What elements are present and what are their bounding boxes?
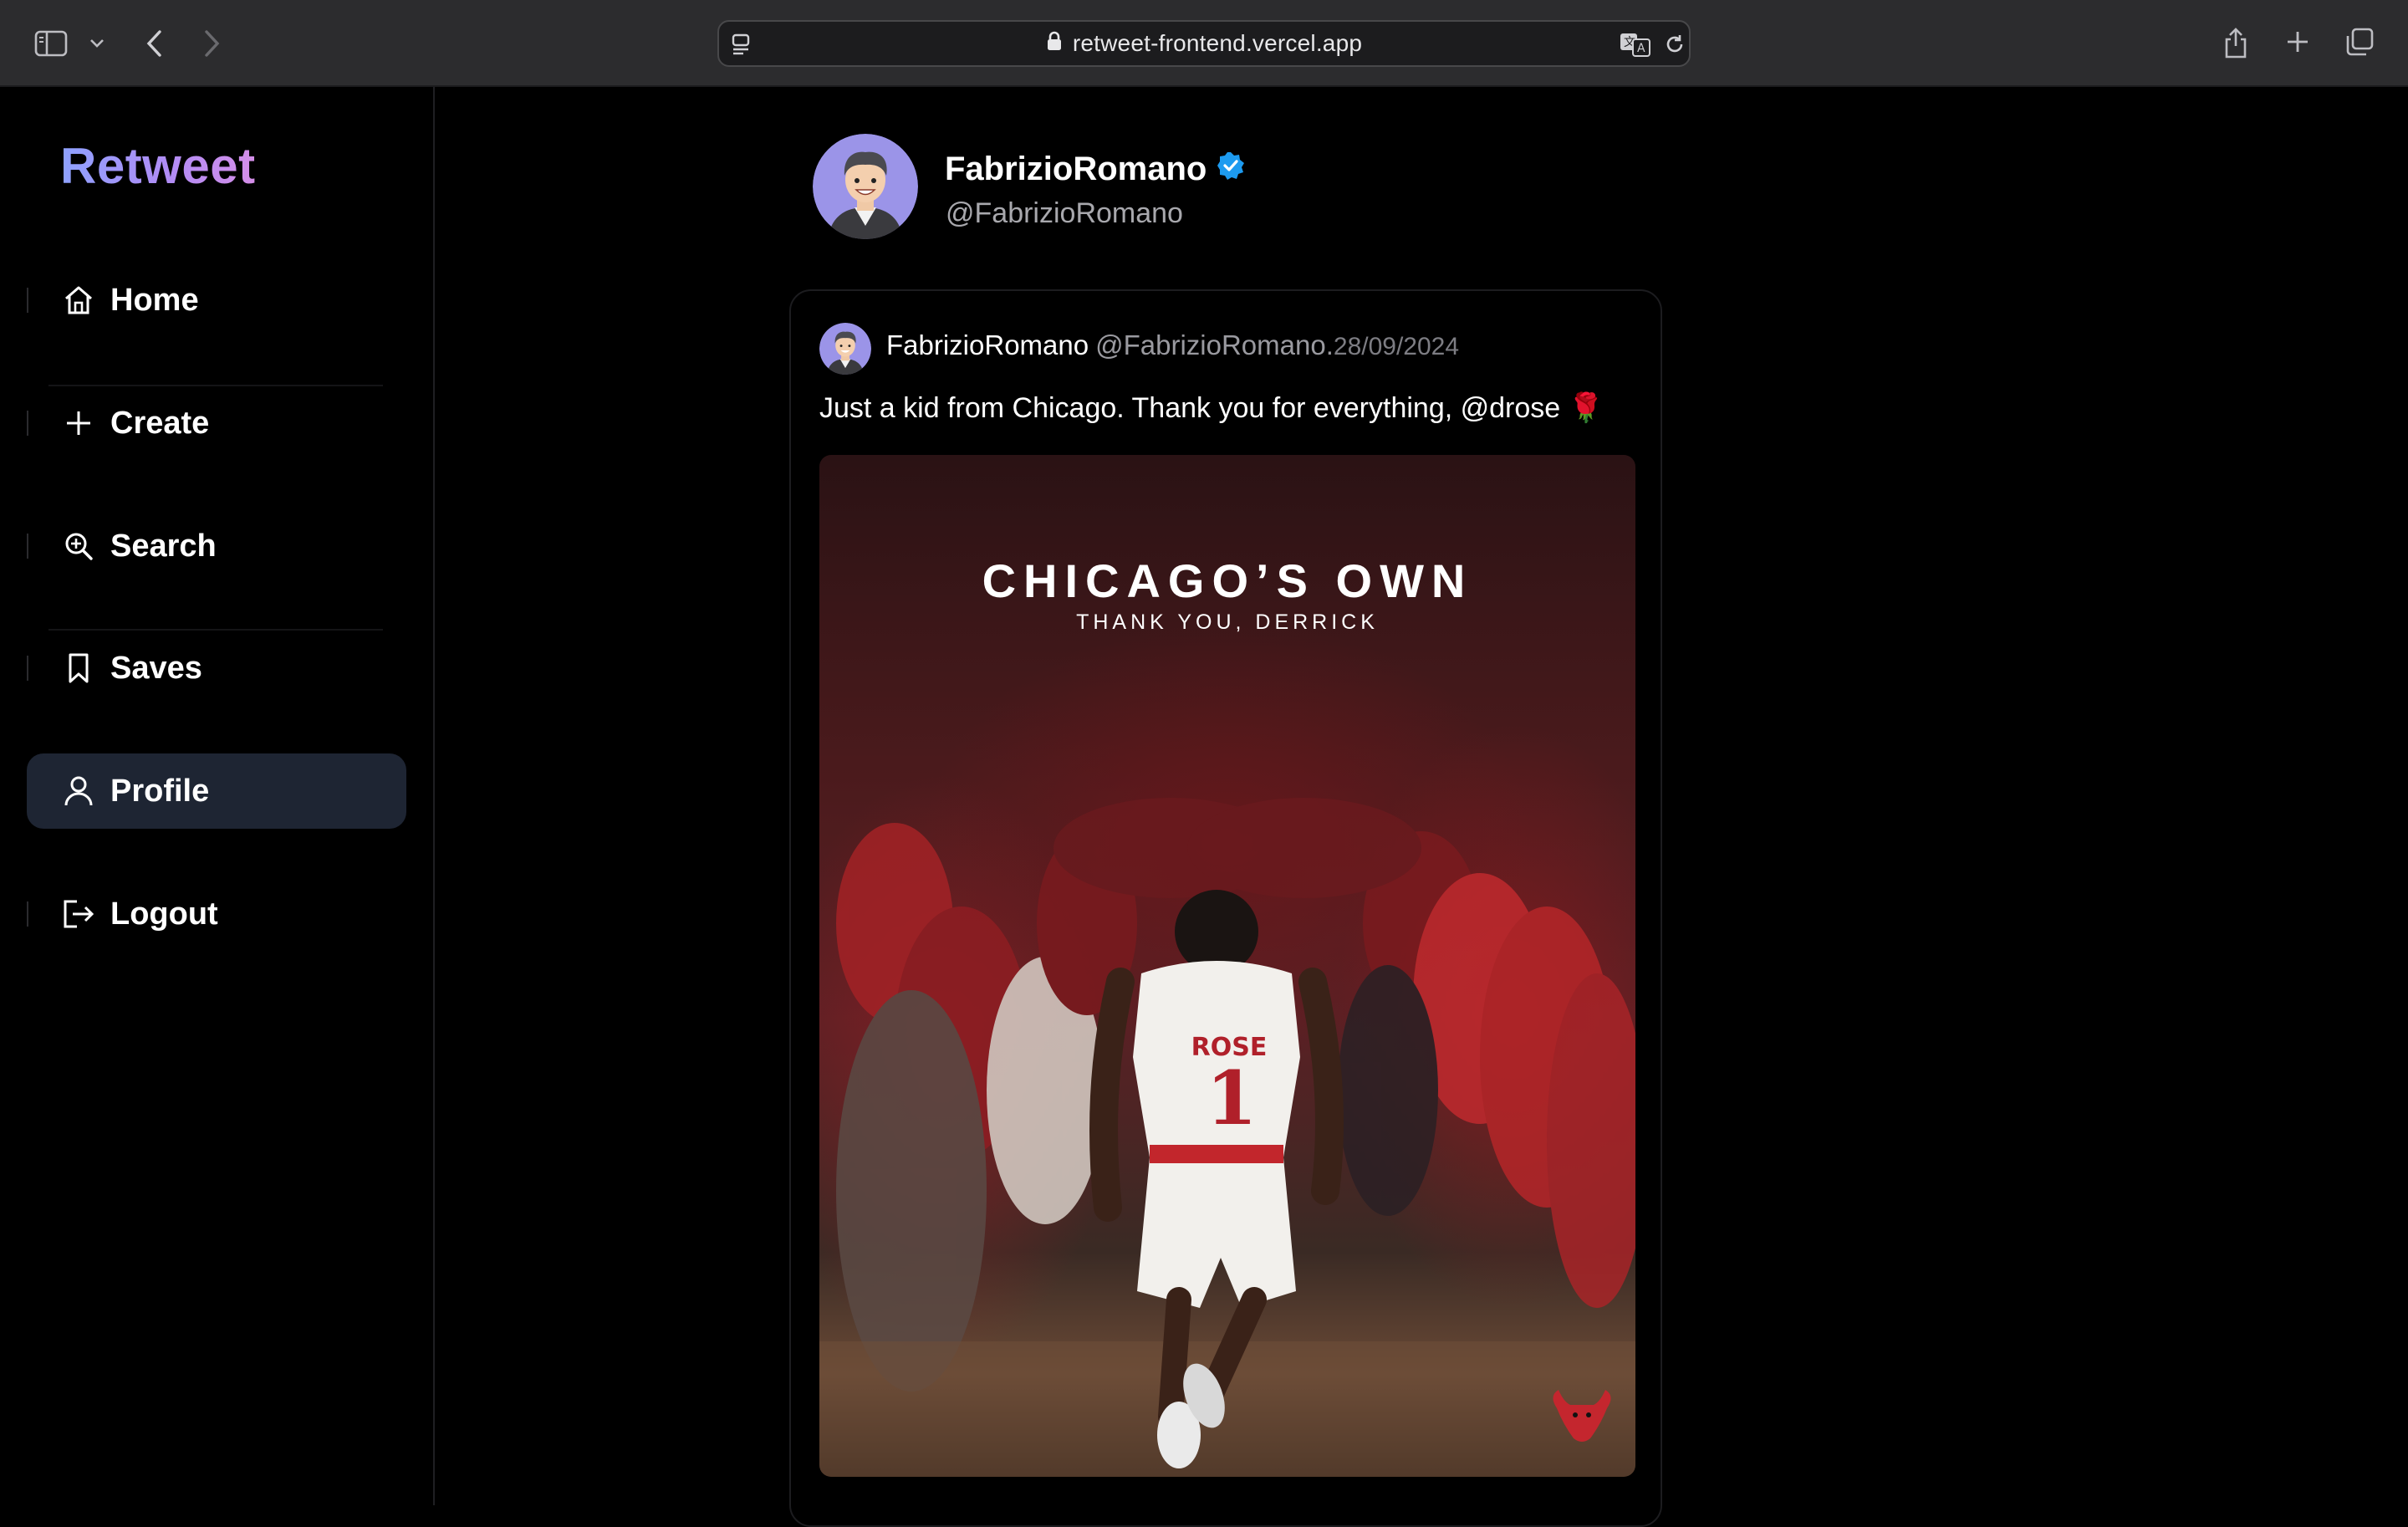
post-image-subtitle: THANK YOU, DERRICK: [1076, 610, 1379, 634]
nav-create[interactable]: Create: [27, 386, 406, 461]
profile-header: FabrizioRomano @FabrizioRomano: [811, 134, 1647, 243]
nav-divider-mark: [27, 534, 28, 559]
nav-create-label: Create: [110, 405, 210, 441]
browser-toolbar: retweet-frontend.vercel.app 文A: [0, 0, 2408, 87]
plus-icon: [62, 406, 95, 440]
user-icon: [62, 774, 95, 808]
verified-badge-icon: [1217, 151, 1245, 188]
share-icon[interactable]: [2219, 23, 2252, 62]
post-avatar[interactable]: [819, 323, 871, 375]
jersey-number: 1: [1206, 1055, 1257, 1141]
nav-logout-label: Logout: [110, 896, 218, 932]
nav-divider-mark: [27, 288, 28, 313]
sidebar-toggle-icon[interactable]: [32, 27, 70, 60]
address-bar[interactable]: retweet-frontend.vercel.app 文A: [717, 20, 1691, 67]
nav-profile-label: Profile: [110, 773, 210, 809]
nav-divider-mark: [27, 411, 28, 436]
post-image-artwork: ROSE 1: [819, 798, 1635, 1477]
lock-icon: [1046, 30, 1063, 57]
nav-home[interactable]: Home: [27, 263, 406, 338]
chevron-down-icon[interactable]: [87, 33, 107, 54]
search-icon: [62, 529, 95, 563]
home-icon: [62, 283, 95, 317]
post-card[interactable]: FabrizioRomano @FabrizioRomano.28/09/2024…: [789, 289, 1662, 1527]
post-image-title: CHICAGO’S OWN: [982, 554, 1473, 607]
sidebar: Retweet Home Create Search Saves Profile…: [0, 87, 435, 1505]
post-image[interactable]: ROSE 1 CHICAGO’S OWN THANK YOU, DERRICK: [819, 455, 1635, 1477]
post-text: Just a kid from Chicago. Thank you for e…: [819, 392, 1604, 424]
nav-profile[interactable]: Profile: [27, 753, 406, 829]
nav-logout[interactable]: Logout: [27, 876, 406, 952]
post-author[interactable]: FabrizioRomano: [886, 329, 1089, 360]
profile-name-row: FabrizioRomano: [945, 151, 1245, 188]
nav-search-label: Search: [110, 528, 217, 564]
profile-name: FabrizioRomano: [945, 151, 1207, 187]
nav-divider-mark: [27, 656, 28, 681]
post-handle[interactable]: @FabrizioRomano.: [1095, 329, 1334, 360]
reload-icon[interactable]: [1662, 32, 1687, 57]
url-text[interactable]: retweet-frontend.vercel.app: [1073, 30, 1362, 57]
nav-divider-mark: [27, 901, 28, 927]
tab-overview-icon[interactable]: [2343, 25, 2376, 59]
logout-icon: [62, 897, 95, 931]
nav-search[interactable]: Search: [27, 508, 406, 584]
new-tab-icon[interactable]: [2283, 27, 2313, 57]
bookmark-icon: [62, 651, 95, 685]
post-meta: FabrizioRomano @FabrizioRomano.28/09/2024: [886, 329, 1459, 361]
post-header: FabrizioRomano @FabrizioRomano.28/09/2024: [819, 319, 1639, 378]
translate-icon[interactable]: 文A: [1619, 30, 1652, 59]
forward-icon[interactable]: [199, 25, 226, 62]
nav-saves[interactable]: Saves: [27, 631, 406, 706]
app-logo[interactable]: Retweet: [60, 137, 256, 195]
avatar[interactable]: [813, 134, 918, 239]
nav-saves-label: Saves: [110, 650, 202, 686]
profile-handle: @FabrizioRomano: [946, 197, 1183, 229]
post-date: 28/09/2024: [1333, 333, 1460, 360]
svg-text:A: A: [1637, 42, 1645, 55]
nav-home-label: Home: [110, 282, 199, 318]
back-icon[interactable]: [140, 25, 167, 62]
